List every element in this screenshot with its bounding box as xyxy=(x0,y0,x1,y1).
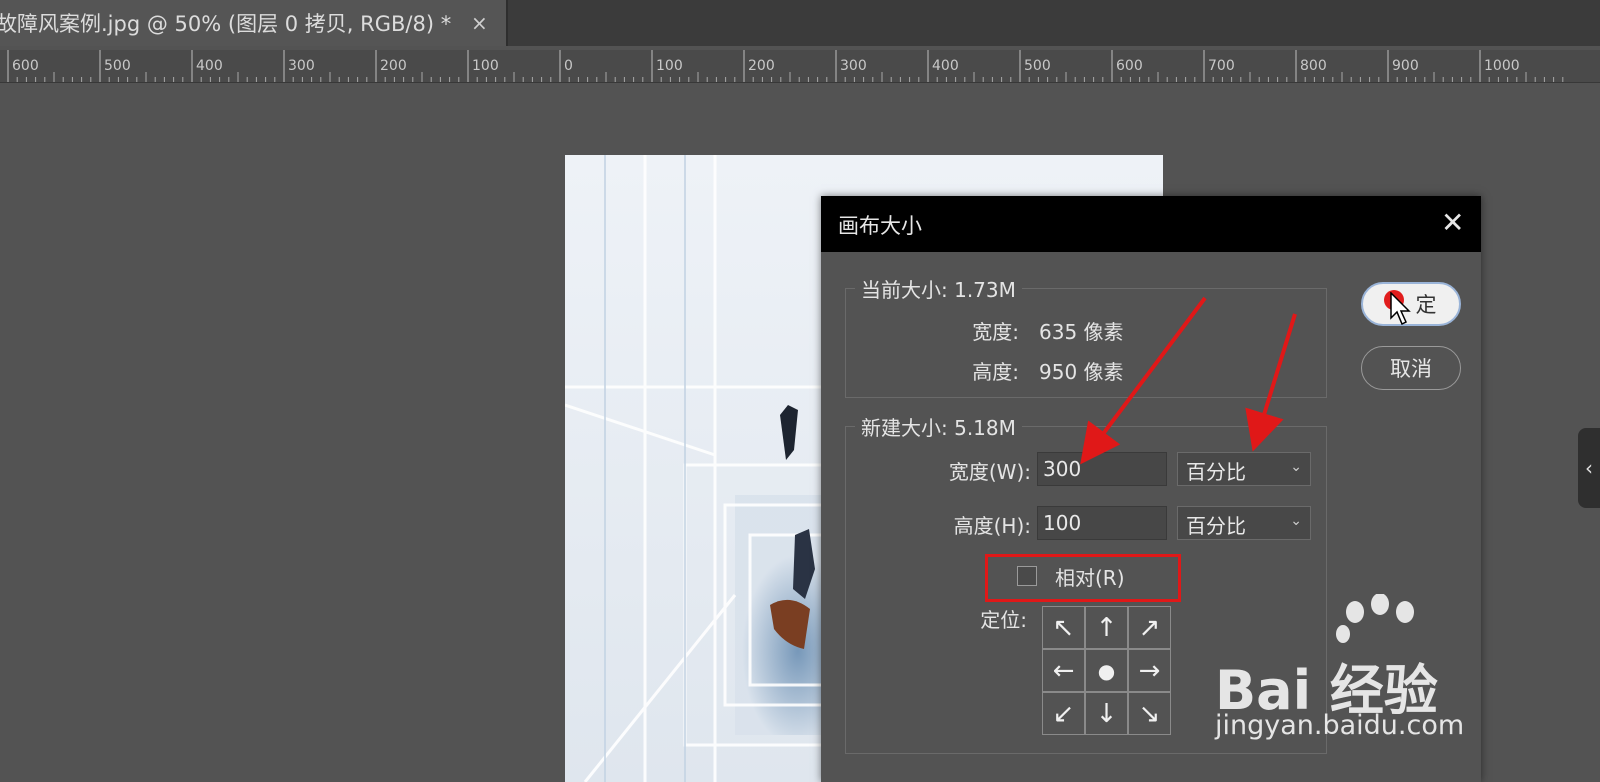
ruler-ticks xyxy=(7,50,1564,82)
horizontal-ruler[interactable]: 600 500 400 300 200 100 0 100 200 300 400 500 600 700… xyxy=(0,50,1600,83)
relative-checkbox[interactable] xyxy=(1017,566,1037,586)
relative-label[interactable]: 相对(R) xyxy=(1055,562,1125,591)
current-height-label: 高度: xyxy=(972,360,1019,384)
ruler-label: 800 xyxy=(1300,58,1327,74)
ruler-label: 300 xyxy=(288,58,315,74)
ruler-label: 500 xyxy=(104,58,131,74)
current-height-value: 950 像素 xyxy=(1039,360,1124,384)
close-icon[interactable]: × xyxy=(471,11,488,35)
chevron-left-icon: ‹ xyxy=(1585,456,1593,480)
baidu-watermark: Bai 经验 jingyan.baidu.com xyxy=(1215,594,1515,741)
close-icon[interactable]: ✕ xyxy=(1441,206,1464,239)
anchor-label: 定位: xyxy=(980,608,1027,632)
width-unit-value: 百分比 xyxy=(1186,460,1246,484)
document-tab[interactable]: 故障风案例.jpg @ 50% (图层 0 拷贝, RGB/8) * × xyxy=(0,0,506,46)
arrow-up-icon: ↑ xyxy=(1095,612,1118,643)
ruler-label: 400 xyxy=(932,58,959,74)
chevron-down-icon: ⌄ xyxy=(1290,513,1302,529)
cancel-button[interactable]: 取消 xyxy=(1361,346,1461,390)
arrow-up-left-icon: ↖ xyxy=(1052,612,1075,643)
cancel-button-label: 取消 xyxy=(1390,357,1432,381)
arrow-right-icon: → xyxy=(1138,655,1161,686)
anchor-top[interactable]: ↑ xyxy=(1085,606,1128,649)
panel-collapse-toggle[interactable]: ‹ xyxy=(1578,428,1600,508)
height-unit-select[interactable]: 百分比 ⌄ xyxy=(1177,506,1311,540)
watermark-url: jingyan.baidu.com xyxy=(1215,710,1465,741)
center-dot-icon: ● xyxy=(1097,658,1116,683)
width-input[interactable]: 300 xyxy=(1037,452,1167,486)
ruler-label: 100 xyxy=(656,58,683,74)
ruler-label: 300 xyxy=(840,58,867,74)
current-size-legend: 当前大小: 1.73M xyxy=(855,274,1022,303)
ruler-label: 500 xyxy=(1024,58,1051,74)
dialog-title: 画布大小 xyxy=(838,214,922,238)
arrow-down-right-icon: ↘ xyxy=(1138,698,1161,729)
arrow-left-icon: ← xyxy=(1052,655,1075,686)
anchor-grid: ↖ ↑ ↗ ← ● → ↙ ↓ ↘ xyxy=(1042,606,1171,735)
tab-divider xyxy=(506,0,508,46)
anchor-bottom[interactable]: ↓ xyxy=(1085,692,1128,735)
ruler-label: 0 xyxy=(564,58,573,74)
width-unit-select[interactable]: 百分比 ⌄ xyxy=(1177,452,1311,486)
ruler-label: 1000 xyxy=(1484,58,1520,74)
document-tab-title: 故障风案例.jpg @ 50% (图层 0 拷贝, RGB/8) * xyxy=(0,12,452,36)
ok-button-label: 定 xyxy=(1415,293,1437,317)
anchor-left[interactable]: ← xyxy=(1042,649,1085,692)
dialog-titlebar[interactable]: 画布大小 ✕ xyxy=(821,196,1481,252)
anchor-bottom-left[interactable]: ↙ xyxy=(1042,692,1085,735)
anchor-right[interactable]: → xyxy=(1128,649,1171,692)
paw-logo-icon xyxy=(1336,594,1414,643)
ruler-label: 900 xyxy=(1392,58,1419,74)
arrow-up-right-icon: ↗ xyxy=(1138,612,1161,643)
width-input-value: 300 xyxy=(1043,457,1082,481)
document-tab-bar: 故障风案例.jpg @ 50% (图层 0 拷贝, RGB/8) * × xyxy=(0,0,1600,46)
height-input[interactable]: 100 xyxy=(1037,506,1167,540)
ruler-label: 200 xyxy=(748,58,775,74)
ruler-label: 600 xyxy=(1116,58,1143,74)
new-size-legend: 新建大小: 5.18M xyxy=(855,412,1022,441)
ruler-label: 600 xyxy=(12,58,39,74)
ruler-label: 700 xyxy=(1208,58,1235,74)
mouse-pointer-icon xyxy=(1390,292,1411,326)
ruler-label: 100 xyxy=(472,58,499,74)
arrow-down-icon: ↓ xyxy=(1095,698,1118,729)
height-unit-value: 百分比 xyxy=(1186,514,1246,538)
anchor-bottom-right[interactable]: ↘ xyxy=(1128,692,1171,735)
chevron-down-icon: ⌄ xyxy=(1290,459,1302,475)
arrow-down-left-icon: ↙ xyxy=(1052,698,1075,729)
current-width-label: 宽度: xyxy=(972,320,1019,344)
ruler-label: 200 xyxy=(380,58,407,74)
height-input-value: 100 xyxy=(1043,511,1082,535)
new-width-label: 宽度(W): xyxy=(948,460,1031,484)
anchor-center[interactable]: ● xyxy=(1085,649,1128,692)
ruler-label: 400 xyxy=(196,58,223,74)
current-width-value: 635 像素 xyxy=(1039,320,1124,344)
anchor-top-left[interactable]: ↖ xyxy=(1042,606,1085,649)
new-height-label: 高度(H): xyxy=(953,514,1031,538)
anchor-top-right[interactable]: ↗ xyxy=(1128,606,1171,649)
